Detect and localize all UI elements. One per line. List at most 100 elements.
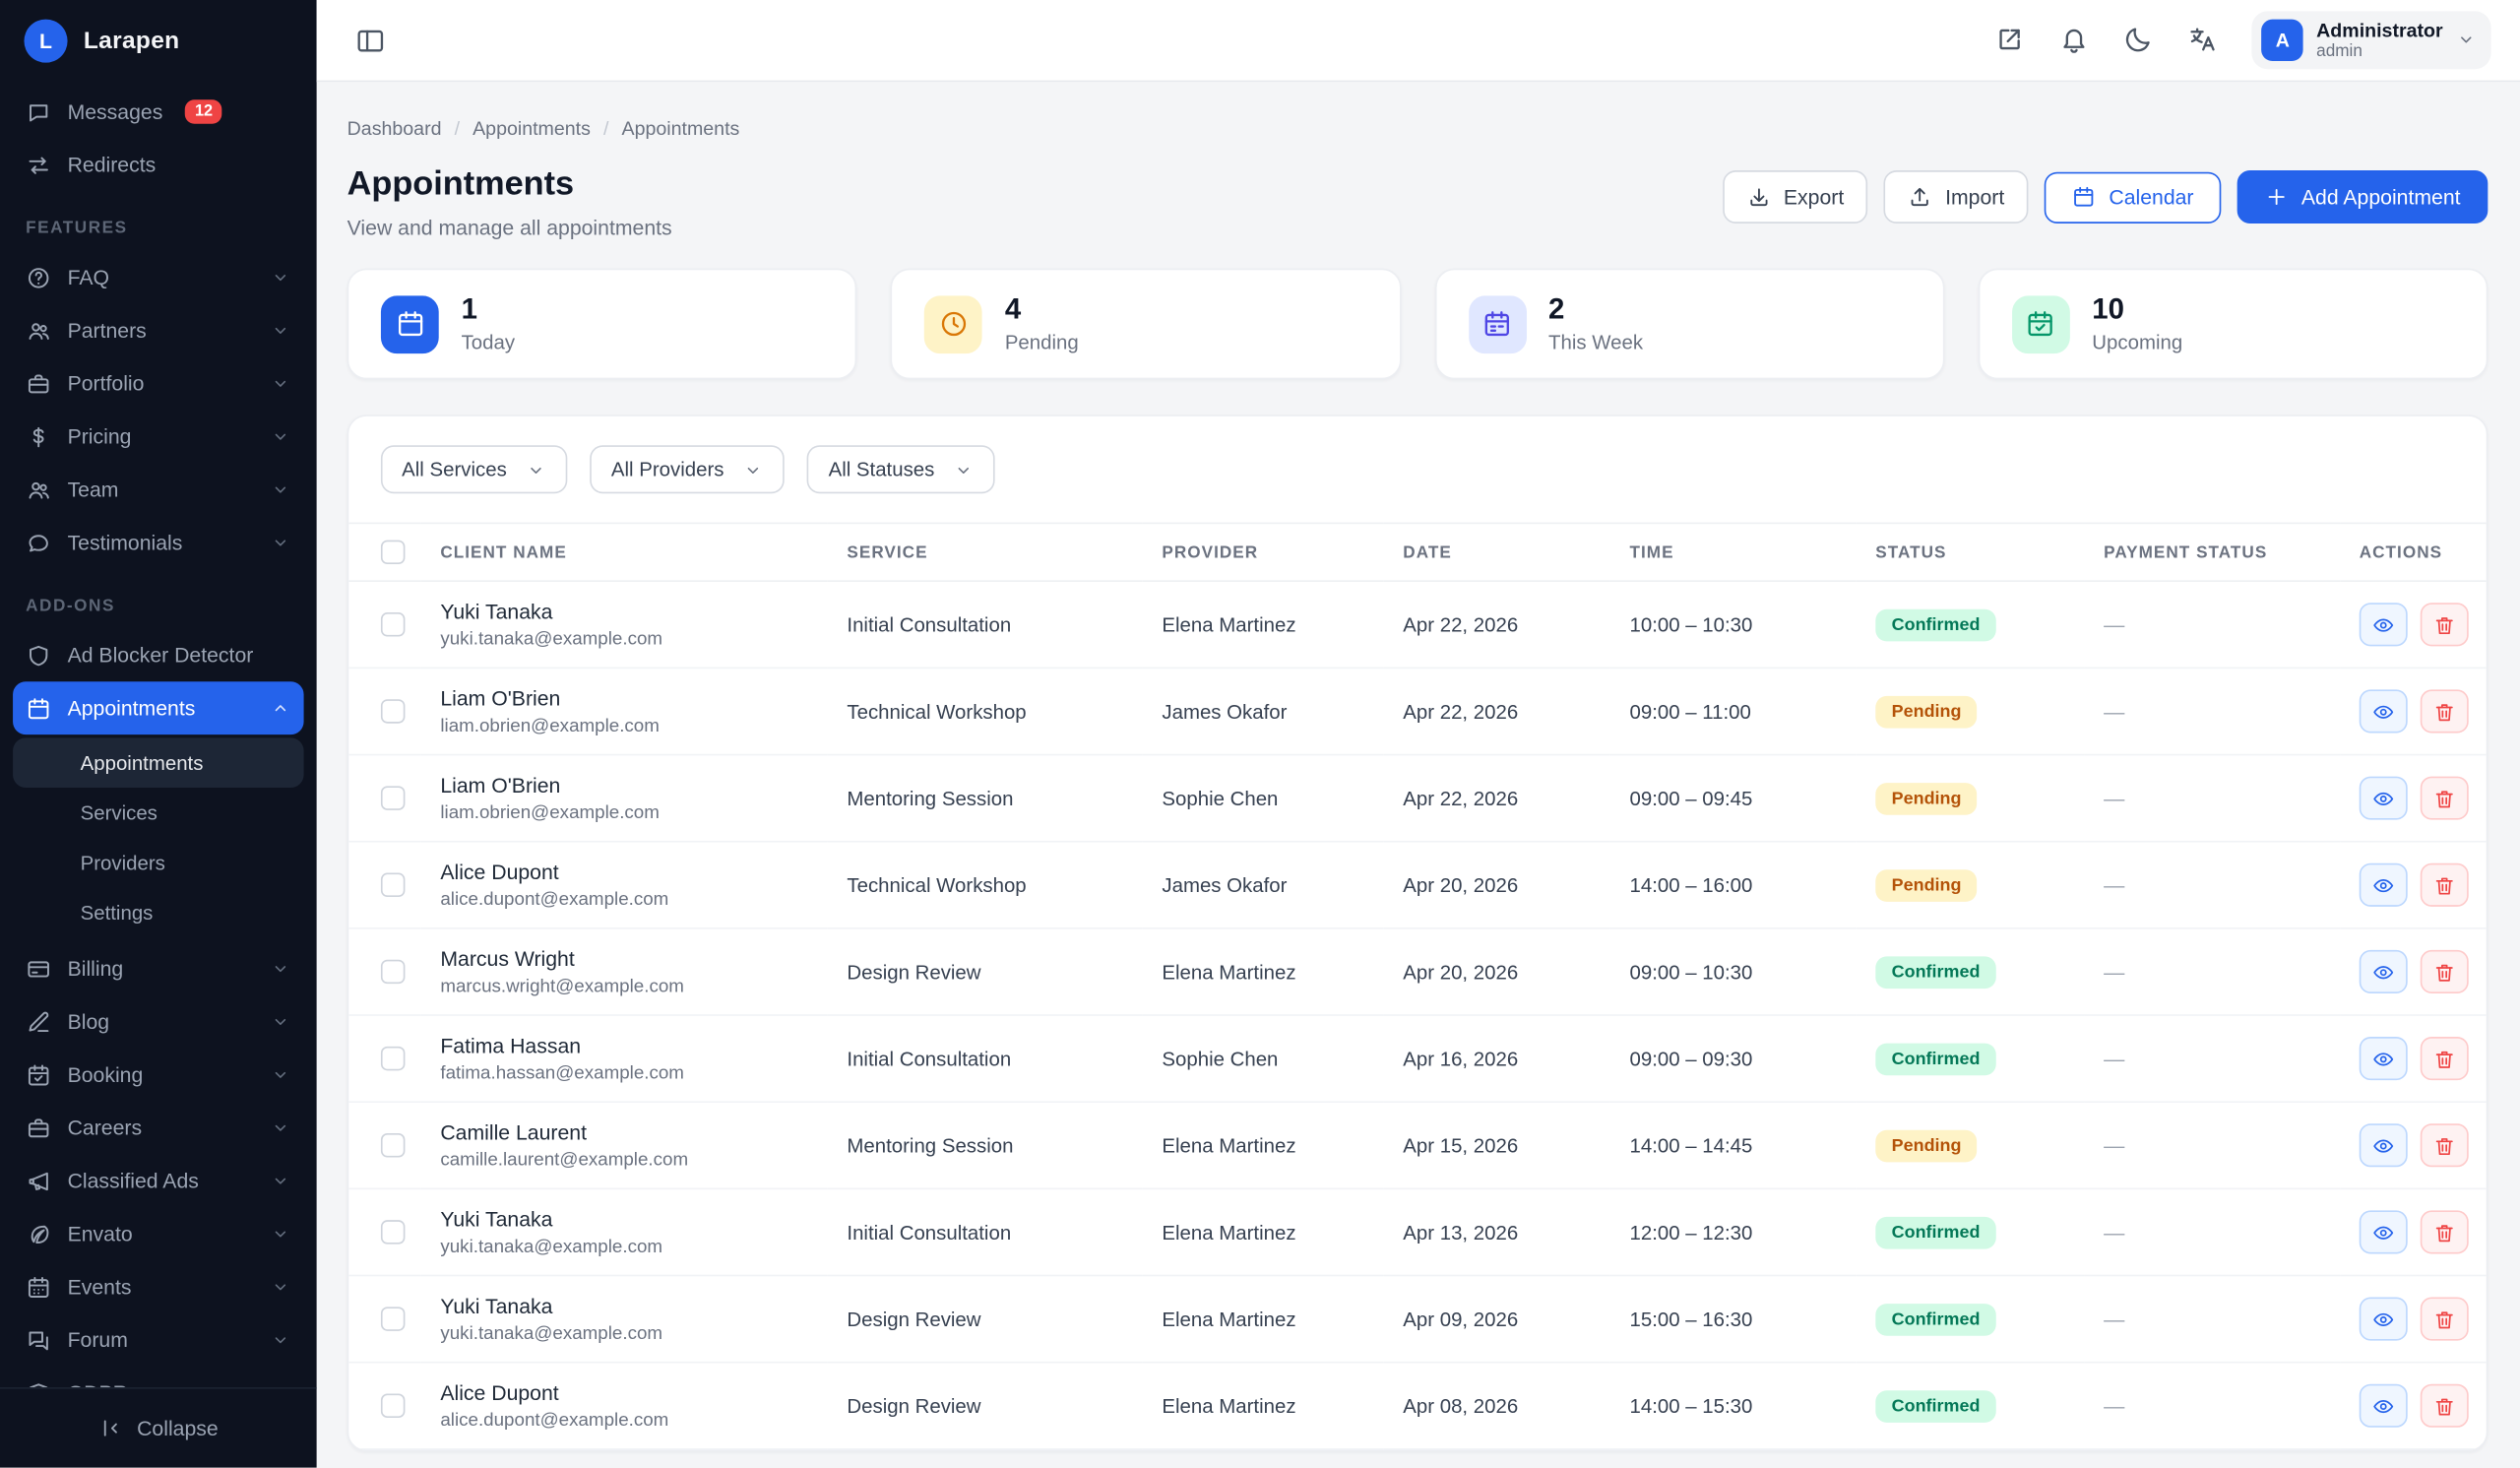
add-appointment-button[interactable]: Add Appointment	[2237, 170, 2488, 223]
sidebar-item-ad-blocker-detector[interactable]: Ad Blocker Detector	[13, 628, 304, 681]
view-button[interactable]	[2360, 1037, 2408, 1080]
date-cell: Apr 16, 2026	[1384, 1015, 1610, 1102]
sidebar-item-partners[interactable]: Partners	[13, 304, 304, 357]
sidebar-item-messages[interactable]: Messages 12	[13, 86, 304, 139]
sidebar-item-forum[interactable]: Forum	[13, 1313, 304, 1367]
megaphone-icon	[26, 1168, 51, 1193]
sidebar-item-gdpr[interactable]: GDPR	[13, 1367, 304, 1387]
external-link-button[interactable]	[1995, 25, 2026, 55]
delete-button[interactable]	[2421, 689, 2469, 733]
chevron-down-icon	[270, 532, 290, 552]
provider-cell: Elena Martinez	[1143, 1276, 1384, 1363]
sidebar-item-label: Booking	[68, 1062, 144, 1086]
filter-select-all-statuses[interactable]: All Statuses	[807, 445, 995, 493]
delete-button[interactable]	[2421, 1384, 2469, 1428]
table-row: Yuki Tanaka yuki.tanaka@example.com Init…	[348, 581, 2488, 668]
client-name: Fatima Hassan	[440, 1034, 808, 1057]
view-button[interactable]	[2360, 689, 2408, 733]
row-checkbox[interactable]	[381, 873, 405, 897]
row-checkbox[interactable]	[381, 699, 405, 723]
sidebar-item-classified-ads[interactable]: Classified Ads	[13, 1154, 304, 1207]
stat-card-upcoming: 10 Upcoming	[1978, 269, 2488, 380]
row-checkbox[interactable]	[381, 612, 405, 636]
delete-button[interactable]	[2421, 1298, 2469, 1341]
select-all-checkbox[interactable]	[381, 541, 405, 564]
sidebar-item-faq[interactable]: FAQ	[13, 251, 304, 304]
delete-button[interactable]	[2421, 863, 2469, 907]
language-button[interactable]	[2188, 25, 2219, 55]
delete-button[interactable]	[2421, 1037, 2469, 1080]
payment-status: —	[2085, 1102, 2341, 1188]
view-button[interactable]	[2360, 950, 2408, 993]
payment-status: —	[2085, 842, 2341, 928]
delete-button[interactable]	[2421, 777, 2469, 820]
notifications-button[interactable]	[2059, 25, 2090, 55]
row-checkbox[interactable]	[381, 1133, 405, 1157]
view-button[interactable]	[2360, 863, 2408, 907]
breadcrumb-item[interactable]: Dashboard	[347, 117, 442, 140]
sidebar-item-blog[interactable]: Blog	[13, 995, 304, 1049]
trash-icon	[2433, 787, 2456, 809]
sidebar-item-redirects[interactable]: Redirects	[13, 138, 304, 191]
view-button[interactable]	[2360, 1210, 2408, 1253]
row-checkbox[interactable]	[381, 960, 405, 984]
dark-mode-button[interactable]	[2123, 25, 2154, 55]
sidebar-item-team[interactable]: Team	[13, 463, 304, 516]
breadcrumb-item[interactable]: Appointments	[622, 117, 740, 140]
date-cell: Apr 22, 2026	[1384, 668, 1610, 754]
import-button[interactable]: Import	[1884, 170, 2029, 223]
eye-icon	[2372, 961, 2395, 984]
sidebar-item-booking[interactable]: Booking	[13, 1048, 304, 1101]
view-button[interactable]	[2360, 777, 2408, 820]
sidebar-toggle-button[interactable]	[355, 25, 386, 55]
row-checkbox[interactable]	[381, 1307, 405, 1330]
filter-select-all-providers[interactable]: All Providers	[591, 445, 786, 493]
import-label: Import	[1945, 185, 2004, 209]
sidebar-item-careers[interactable]: Careers	[13, 1101, 304, 1154]
row-actions	[2360, 863, 2476, 907]
export-button[interactable]: Export	[1723, 170, 1868, 223]
view-button[interactable]	[2360, 1384, 2408, 1428]
row-checkbox[interactable]	[381, 1394, 405, 1418]
shield-check-icon	[26, 1380, 51, 1387]
delete-button[interactable]	[2421, 603, 2469, 646]
eye-icon	[2372, 1221, 2395, 1244]
calendar-check-icon	[2012, 295, 2070, 353]
sidebar-subitem-appointments[interactable]: Appointments	[13, 737, 304, 788]
user-menu[interactable]: A Administrator admin	[2252, 11, 2491, 70]
sidebar-item-portfolio[interactable]: Portfolio	[13, 356, 304, 410]
app-root: L Larapen Messages 12 Redirects FEATURES…	[0, 0, 2520, 1468]
row-checkbox[interactable]	[381, 1220, 405, 1244]
view-button[interactable]	[2360, 603, 2408, 646]
stat-text: 4 Pending	[1005, 293, 1079, 354]
avatar: A	[2262, 20, 2303, 61]
sidebar-item-label: Ad Blocker Detector	[68, 643, 254, 667]
row-checkbox[interactable]	[381, 1047, 405, 1070]
sidebar-item-appointments[interactable]: Appointments	[13, 681, 304, 734]
sidebar-item-testimonials[interactable]: Testimonials	[13, 516, 304, 569]
sidebar-item-label: Blog	[68, 1009, 109, 1033]
sidebar-item-billing[interactable]: Billing	[13, 942, 304, 995]
brand[interactable]: L Larapen	[0, 0, 317, 82]
row-checkbox[interactable]	[381, 786, 405, 809]
chevron-down-icon	[270, 1329, 290, 1350]
collapse-button[interactable]: Collapse	[0, 1387, 317, 1468]
breadcrumb-item[interactable]: Appointments	[472, 117, 591, 140]
sidebar-subitem-providers[interactable]: Providers	[13, 838, 304, 888]
client-email: camille.laurent@example.com	[440, 1151, 808, 1171]
view-button[interactable]	[2360, 1123, 2408, 1167]
status-badge: Pending	[1875, 695, 1977, 728]
delete-button[interactable]	[2421, 1123, 2469, 1167]
sidebar-subitem-services[interactable]: Services	[13, 788, 304, 838]
delete-button[interactable]	[2421, 950, 2469, 993]
sidebar-item-envato[interactable]: Envato	[13, 1207, 304, 1260]
sidebar-item-pricing[interactable]: Pricing	[13, 410, 304, 463]
calendar-view-button[interactable]: Calendar	[2045, 171, 2221, 223]
stat-card-today: 1 Today	[347, 269, 857, 380]
delete-button[interactable]	[2421, 1210, 2469, 1253]
sidebar-item-events[interactable]: Events	[13, 1260, 304, 1313]
view-button[interactable]	[2360, 1298, 2408, 1341]
sidebar-subitem-settings[interactable]: Settings	[13, 887, 304, 937]
quote-icon	[26, 530, 51, 555]
filter-select-all-services[interactable]: All Services	[381, 445, 568, 493]
